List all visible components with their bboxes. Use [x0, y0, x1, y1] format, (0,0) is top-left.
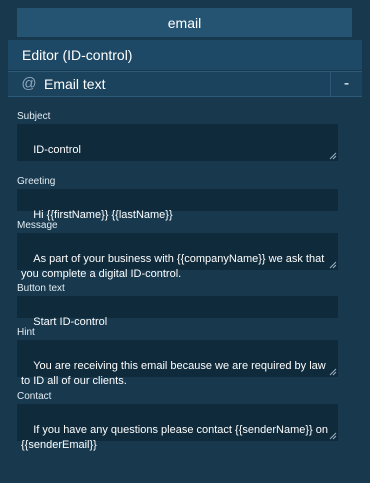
contact-label: Contact	[17, 391, 52, 402]
collapse-button[interactable]: -	[330, 72, 362, 96]
message-field: Message As part of your business with {{…	[17, 219, 338, 280]
hint-textarea[interactable]: You are receiving this email because we …	[17, 340, 338, 387]
hint-field: Hint You are receiving this email becaus…	[17, 326, 338, 387]
contact-textarea[interactable]: If you have any questions please contact…	[17, 404, 338, 451]
hint-label: Hint	[17, 327, 35, 338]
subject-textarea[interactable]: ID-control	[17, 124, 338, 161]
subject-field: Subject ID-control	[17, 110, 338, 161]
button-text-label: Button text	[17, 283, 65, 294]
collapse-label: -	[343, 75, 350, 92]
button-text-field: Button text Start ID-control	[17, 282, 338, 328]
greeting-input[interactable]: Hi {{firstName}} {{lastName}}	[17, 189, 338, 221]
message-label: Message	[17, 220, 58, 231]
button-text-input[interactable]: Start ID-control	[17, 296, 338, 328]
message-textarea[interactable]: As part of your business with {{companyN…	[17, 233, 338, 280]
editor-header: Editor (ID-control)	[8, 40, 362, 70]
contact-field: Contact If you have any questions please…	[17, 390, 338, 451]
greeting-field: Greeting Hi {{firstName}} {{lastName}}	[17, 175, 338, 221]
subject-label: Subject	[17, 111, 51, 122]
greeting-label: Greeting	[17, 176, 56, 187]
email-text-section-header[interactable]: @ Email text -	[8, 71, 362, 97]
resize-grip-icon[interactable]	[329, 152, 337, 160]
editor-title: Editor (ID-control)	[22, 47, 133, 63]
tab-email[interactable]: email	[17, 8, 352, 37]
resize-grip-icon[interactable]	[329, 432, 337, 440]
section-title: Email text	[44, 76, 106, 92]
subject-value: ID-control	[33, 144, 81, 156]
at-icon: @	[21, 75, 37, 92]
tab-label: email	[167, 14, 202, 31]
resize-grip-icon[interactable]	[329, 368, 337, 376]
resize-grip-icon[interactable]	[329, 261, 337, 269]
